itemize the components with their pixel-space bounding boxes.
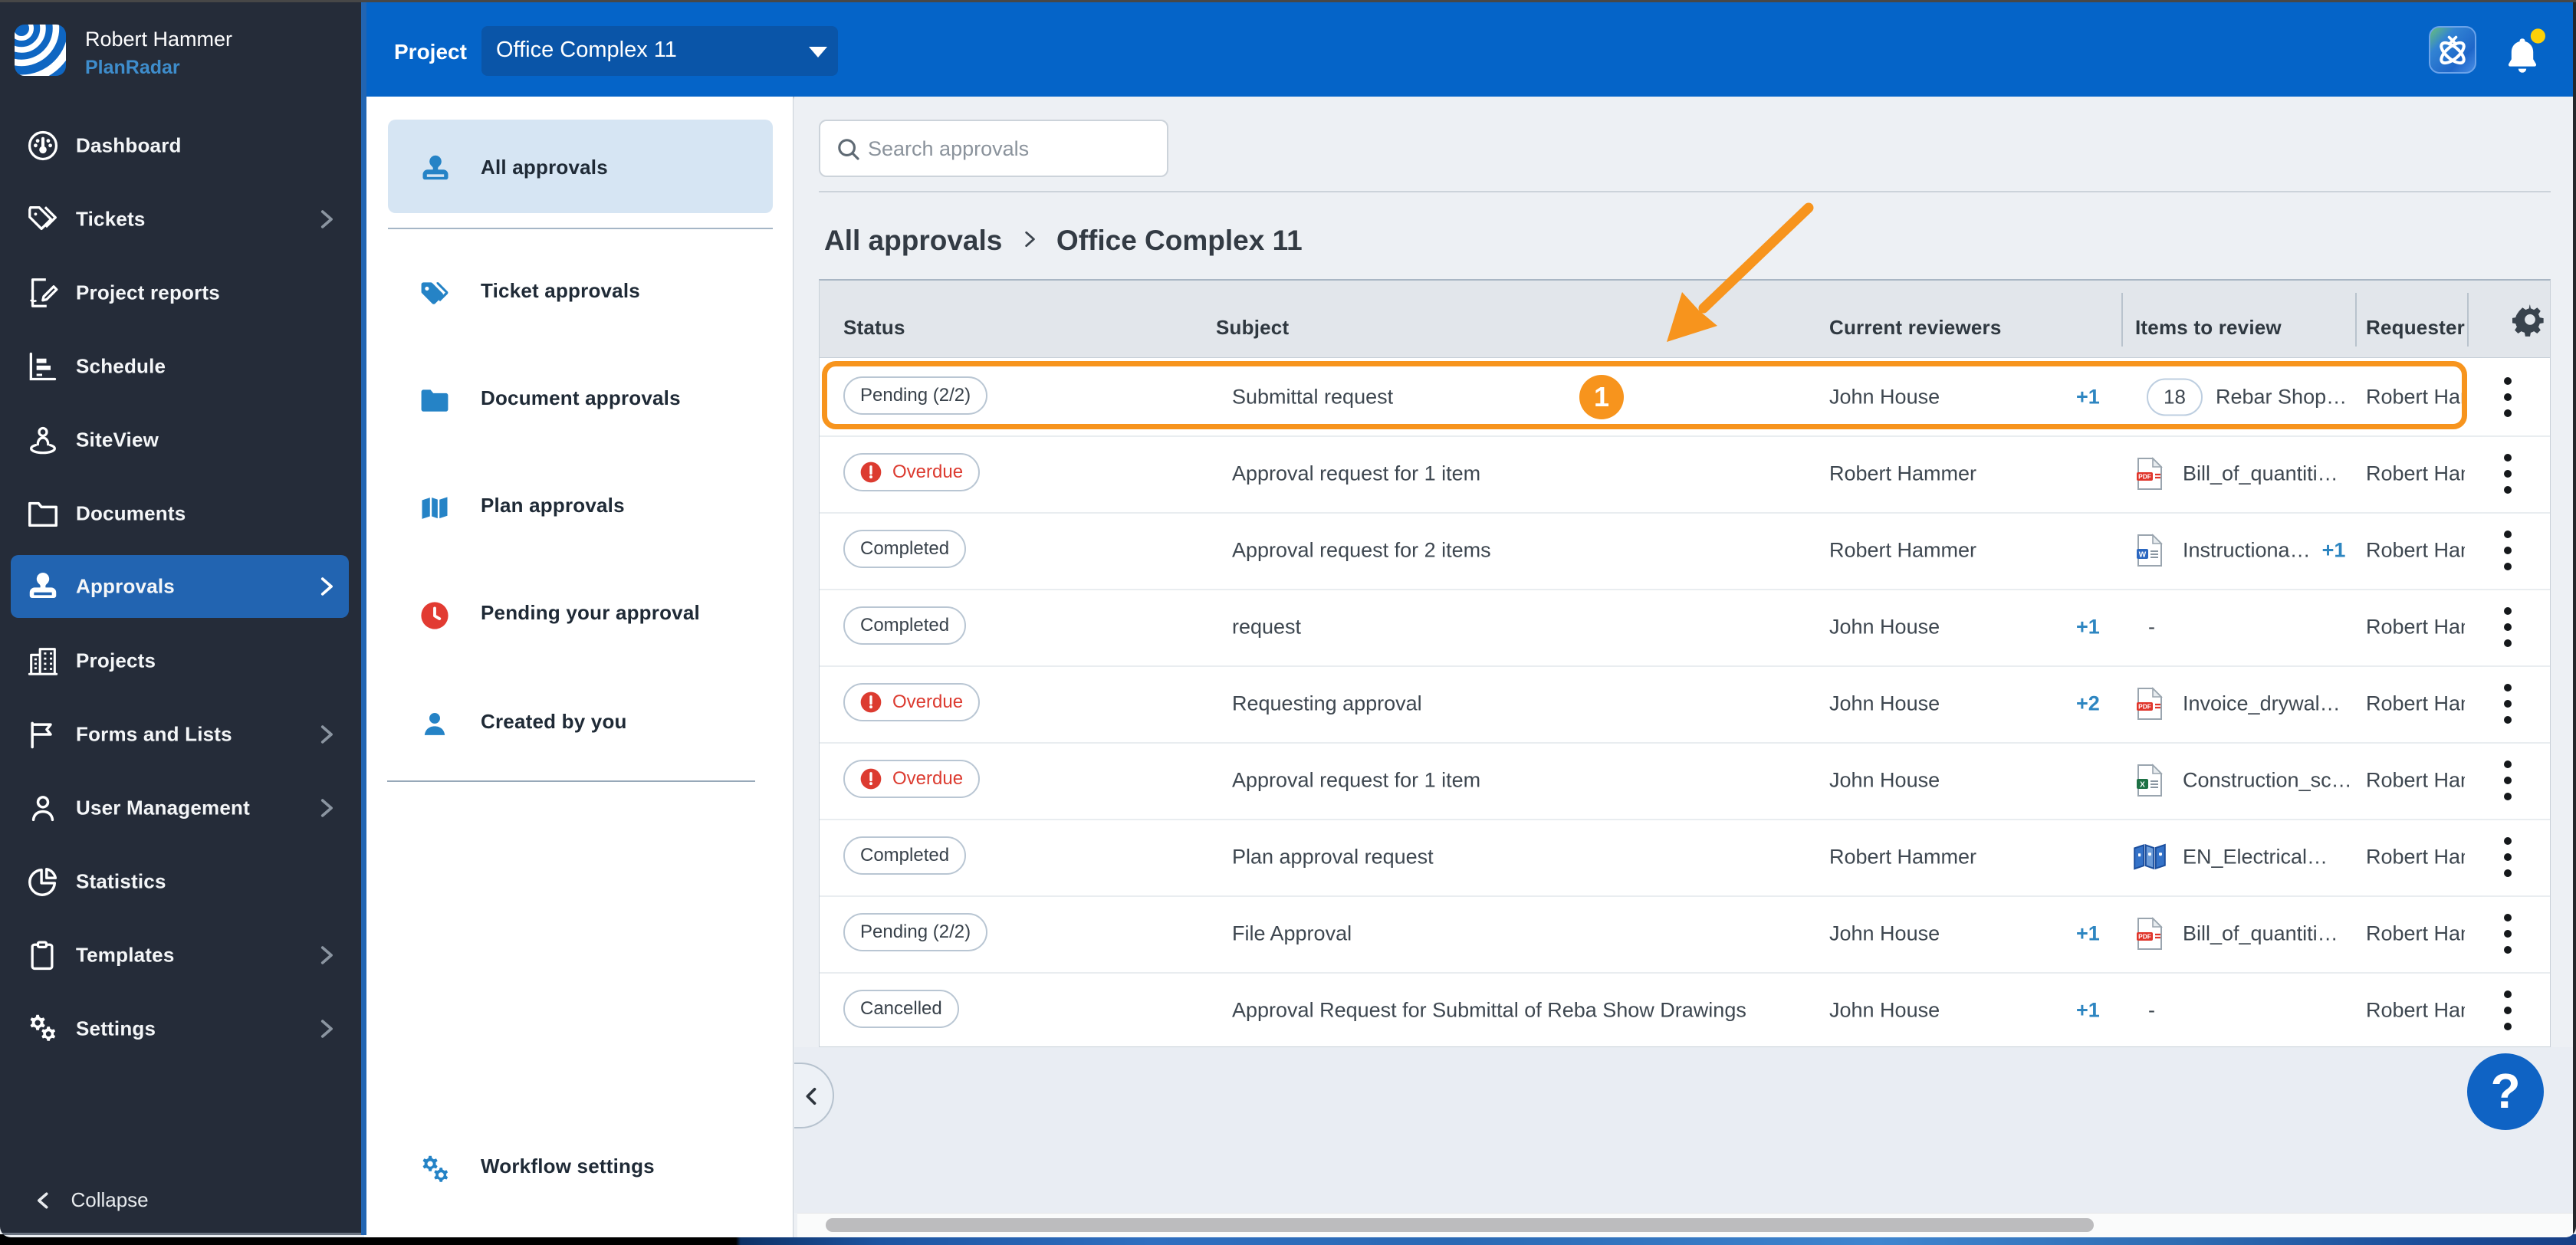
svg-text:X: X	[2140, 781, 2145, 790]
svg-text:W: W	[2139, 551, 2147, 560]
svg-text:PDF: PDF	[2138, 473, 2151, 481]
svg-text:PDF: PDF	[2138, 703, 2151, 711]
svg-text:PDF: PDF	[2138, 933, 2151, 941]
